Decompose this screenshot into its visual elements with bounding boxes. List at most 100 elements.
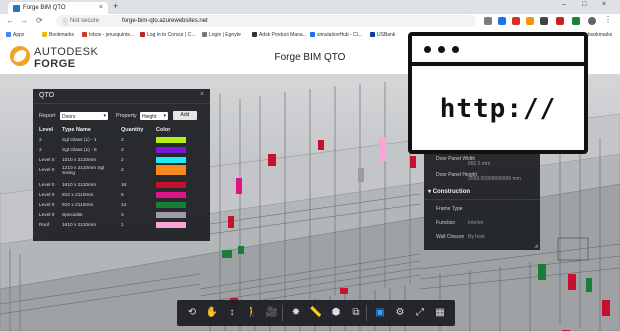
cell-level: Roof (39, 223, 50, 228)
settings-icon[interactable]: ⚙ (389, 300, 411, 326)
window-title-bar (412, 62, 584, 66)
report-select[interactable]: Doors ▾ (60, 112, 108, 120)
browser-tab[interactable]: Forge BIM QTO × (8, 2, 108, 14)
cell-type-name: 1010 x 2110mm (62, 158, 97, 163)
extension-icon[interactable] (540, 17, 548, 25)
browser-tab-strip: Forge BIM QTO × + – □ × (0, 0, 620, 14)
cell-quantity: 2 (121, 148, 124, 153)
column-header-quantity: Quantity (121, 127, 144, 133)
color-swatch[interactable] (156, 192, 186, 198)
bookmark-bookmarks[interactable]: Bookmarks (42, 32, 74, 38)
color-swatch[interactable] (156, 147, 186, 153)
window-close-icon[interactable]: × (602, 1, 606, 8)
extension-icon[interactable] (484, 17, 492, 25)
prop-value: 2099.99999999995 mm (468, 176, 521, 182)
section-icon[interactable]: ⬢ (325, 300, 347, 326)
autodesk-favicon-icon (13, 5, 20, 12)
address-bar[interactable]: ⓘ Not secure forge-bim-qto.azurewebsites… (56, 15, 476, 27)
property-select[interactable]: Height ▾ (140, 112, 168, 120)
measure-icon[interactable]: 📏 (305, 300, 327, 326)
properties-panel[interactable]: Door Panel Width 860.5 mm Door Panel Hei… (424, 152, 540, 250)
cell-quantity: 2 (121, 158, 124, 163)
extension-icon[interactable] (512, 17, 520, 25)
url-text: forge-bim-qto.azurewebsites.net (122, 18, 208, 24)
first-person-icon[interactable]: 🚶 (241, 300, 263, 326)
http-browser-window-graphic: http:// (408, 32, 588, 154)
color-swatch[interactable] (156, 157, 186, 163)
color-swatch[interactable] (156, 202, 186, 208)
cell-level: 2 (39, 148, 42, 153)
qto-table-icon[interactable]: ▦ (429, 300, 451, 326)
pan-icon[interactable]: ✋ (201, 300, 223, 326)
report-label: Report (39, 113, 56, 119)
cell-level: Level 0 (39, 183, 55, 188)
construction-section-toggle[interactable]: ▾ Construction (428, 188, 470, 195)
color-swatch[interactable] (156, 182, 186, 188)
prop-key: Function (436, 220, 456, 226)
reload-icon[interactable]: ⟳ (36, 16, 43, 25)
cell-type-name: 910 x 2110mm (62, 203, 94, 208)
properties-icon[interactable]: ▣ (369, 300, 391, 326)
cell-quantity: 14 (121, 203, 127, 208)
tab-close-icon[interactable]: × (99, 4, 103, 11)
prop-key: Wall Closure (436, 234, 465, 240)
zoom-icon[interactable]: ↕ (221, 300, 243, 326)
bookmark-inbox[interactable]: Inbox - jerusquints... (82, 32, 134, 38)
menu-kebab-icon[interactable]: ⋮ (604, 15, 612, 24)
camera-icon[interactable]: 🎥 (261, 300, 283, 326)
cell-level: Level 0 (39, 168, 55, 173)
chevron-down-icon: ▾ (163, 113, 166, 119)
qto-panel[interactable]: QTO × Report Doors ▾ Property Height ▾ Add… (33, 89, 210, 241)
prop-value: Interior (468, 220, 484, 226)
info-icon[interactable]: ⓘ (62, 17, 68, 26)
window-dot-icon (424, 46, 431, 53)
explode-icon[interactable]: ✸ (285, 300, 307, 326)
new-tab-button[interactable]: + (113, 1, 118, 11)
prop-value: 860.5 mm (468, 161, 491, 167)
extension-icon[interactable] (572, 17, 580, 25)
column-header-color: Color (156, 127, 171, 133)
cell-quantity: 1 (121, 223, 124, 228)
color-swatch[interactable] (156, 212, 186, 218)
cell-type-name: 1210 x 2110mm Sgl Swing (62, 166, 105, 176)
close-icon[interactable]: × (200, 91, 204, 98)
cell-type-name: 1610 x 2110mm (62, 183, 97, 188)
orbit-icon[interactable]: ⟲ (181, 300, 203, 326)
cell-level: Level 0 (39, 213, 55, 218)
bookmark-usbank[interactable]: USBank (370, 32, 395, 38)
cell-quantity: 3 (121, 213, 124, 218)
column-header-level: Level (39, 127, 54, 133)
add-button[interactable]: Add (173, 111, 197, 120)
bank-icon (370, 32, 375, 37)
extension-icon[interactable] (526, 17, 534, 25)
bookmark-concur[interactable]: Log in to Concur | C... (140, 32, 196, 38)
bookmark-apps[interactable]: Apps (6, 32, 24, 38)
color-swatch[interactable] (156, 137, 186, 143)
apps-grid-icon (6, 32, 11, 37)
simulationhub-icon (310, 32, 315, 37)
toolbar-separator (366, 305, 367, 321)
qto-panel-title: QTO (39, 92, 55, 99)
forward-icon[interactable]: → (20, 16, 28, 25)
viewer-toolbar: ⟲ ✋ ↕ 🚶 🎥 ✸ 📏 ⬢ ⧉ ▣ ⚙ ⤢ ▦ (177, 300, 455, 326)
fullscreen-icon[interactable]: ⤢ (409, 300, 431, 326)
minimize-icon[interactable]: – (562, 1, 566, 8)
extension-icon[interactable] (498, 17, 506, 25)
bookmark-egnyte[interactable]: Login | Egnyte (202, 32, 241, 38)
model-browser-icon[interactable]: ⧉ (345, 300, 367, 326)
profile-avatar[interactable] (588, 17, 596, 25)
bookmark-simulationhub[interactable]: simulationHub - Cl... (310, 32, 362, 38)
back-icon[interactable]: ← (6, 16, 14, 25)
color-swatch[interactable] (156, 165, 186, 175)
maximize-icon[interactable]: □ (582, 1, 586, 8)
tab-title: Forge BIM QTO (23, 5, 66, 11)
cell-level: 2 (39, 138, 42, 143)
divider (33, 103, 210, 104)
divider (424, 199, 540, 200)
color-swatch[interactable] (156, 222, 186, 228)
toolbar-separator (282, 305, 283, 321)
autodesk-icon (252, 32, 257, 37)
extension-icon[interactable] (556, 17, 564, 25)
bookmark-adsk[interactable]: Adsk Product Mana... (252, 32, 307, 38)
resize-handle-icon[interactable]: ◢ (534, 243, 538, 249)
